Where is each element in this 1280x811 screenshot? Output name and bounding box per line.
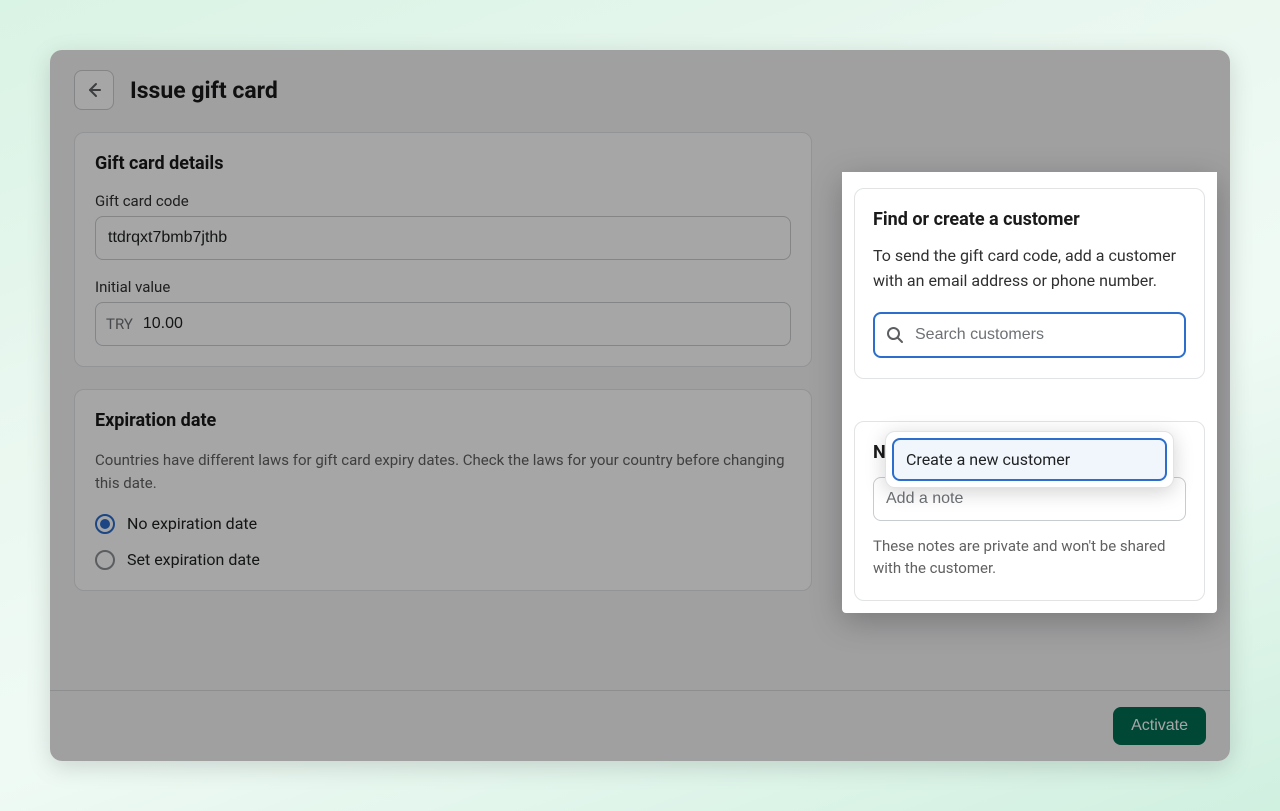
- gift-card-details-card: Gift card details Gift card code Initial…: [74, 132, 812, 367]
- activate-button[interactable]: Activate: [1113, 707, 1206, 745]
- value-label: Initial value: [95, 278, 791, 296]
- customer-popover: Find or create a customer To send the gi…: [842, 172, 1217, 613]
- radio-no-expiration-label: No expiration date: [127, 514, 257, 533]
- radio-set-expiration-label: Set expiration date: [127, 550, 260, 569]
- customer-search-dropdown: Create a new customer: [885, 431, 1174, 488]
- value-field-group: Initial value TRY: [95, 278, 791, 346]
- expiration-help: Countries have different laws for gift c…: [95, 449, 791, 496]
- radio-icon: [95, 514, 115, 534]
- page-title: Issue gift card: [130, 77, 278, 104]
- app-frame: Issue gift card Gift card details Gift c…: [50, 50, 1230, 761]
- details-title: Gift card details: [95, 153, 791, 174]
- arrow-left-icon: [84, 80, 104, 100]
- radio-set-expiration[interactable]: Set expiration date: [95, 550, 791, 570]
- back-button[interactable]: [74, 70, 114, 110]
- radio-icon: [95, 550, 115, 570]
- customer-search-input[interactable]: [915, 326, 1174, 344]
- radio-no-expiration[interactable]: No expiration date: [95, 514, 791, 534]
- page-header: Issue gift card: [74, 70, 1206, 110]
- find-customer-card: Find or create a customer To send the gi…: [854, 188, 1205, 379]
- create-new-customer-option[interactable]: Create a new customer: [892, 438, 1167, 481]
- expiration-title: Expiration date: [95, 410, 791, 431]
- main-column: Gift card details Gift card code Initial…: [74, 132, 812, 613]
- initial-value-input[interactable]: [143, 303, 790, 345]
- expiration-card: Expiration date Countries have different…: [74, 389, 812, 591]
- code-label: Gift card code: [95, 192, 791, 210]
- initial-value-wrap: TRY: [95, 302, 791, 346]
- customer-search-wrap[interactable]: [873, 312, 1186, 358]
- page-footer: Activate: [50, 690, 1230, 761]
- gift-card-code-input[interactable]: [95, 216, 791, 260]
- search-icon: [885, 325, 905, 345]
- find-customer-title: Find or create a customer: [873, 209, 1186, 230]
- currency-prefix: TRY: [96, 315, 143, 333]
- code-field-group: Gift card code: [95, 192, 791, 260]
- find-customer-desc: To send the gift card code, add a custom…: [873, 244, 1186, 294]
- notes-help: These notes are private and won't be sha…: [873, 535, 1186, 580]
